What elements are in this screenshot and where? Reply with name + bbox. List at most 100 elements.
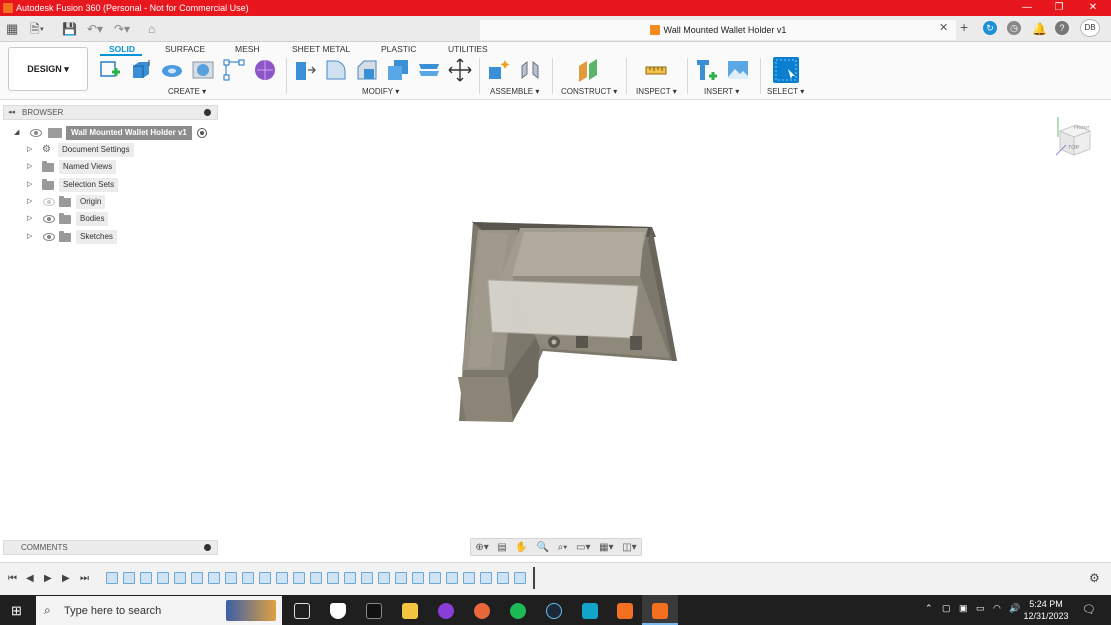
create-menu[interactable]: CREATE ▾: [168, 87, 206, 96]
help-icon[interactable]: ?: [1055, 21, 1069, 35]
insert-derive-icon[interactable]: [695, 58, 719, 82]
tor-browser-icon[interactable]: [438, 603, 454, 619]
notifications-icon[interactable]: 🔔: [1032, 22, 1047, 36]
step-back-icon[interactable]: ◀: [26, 573, 34, 584]
press-pull-icon[interactable]: [293, 58, 317, 82]
security-shield-icon[interactable]: [330, 603, 346, 619]
look-at-icon[interactable]: ▤: [497, 542, 506, 553]
tray-wifi-icon[interactable]: ◠: [993, 603, 1001, 614]
terminal-icon[interactable]: [366, 603, 382, 619]
redo-icon[interactable]: ↷▾: [114, 22, 130, 36]
new-tab-icon[interactable]: +: [960, 20, 968, 34]
collapsed-triangle-icon[interactable]: ▷: [27, 178, 37, 192]
steam-icon[interactable]: [546, 603, 562, 619]
timeline-feature[interactable]: [106, 572, 118, 584]
browser-item-bodies[interactable]: ▷ Bodies: [27, 212, 109, 226]
timeline-feature[interactable]: [208, 572, 220, 584]
document-tab[interactable]: Wall Mounted Wallet Holder v1: [480, 20, 956, 40]
zoom-icon[interactable]: 🔍: [537, 542, 549, 553]
eye-icon[interactable]: [43, 215, 55, 223]
collapsed-triangle-icon[interactable]: ▷: [27, 143, 37, 157]
timeline-feature[interactable]: [123, 572, 135, 584]
timeline-feature[interactable]: [276, 572, 288, 584]
browser-item-named-views[interactable]: ▷ Named Views: [27, 160, 117, 174]
expanded-triangle-icon[interactable]: ◢: [14, 126, 24, 140]
fusion-taskbar-icon[interactable]: [617, 603, 633, 619]
grid-settings-icon[interactable]: ▦▾: [599, 542, 613, 553]
timeline-feature[interactable]: [395, 572, 407, 584]
tray-drive-icon[interactable]: ▣: [959, 603, 968, 614]
viewcube[interactable]: FRONT TOP: [1052, 117, 1096, 161]
fit-icon[interactable]: ⌕▾: [558, 542, 568, 553]
timeline-feature[interactable]: [412, 572, 424, 584]
timeline-feature[interactable]: [327, 572, 339, 584]
taskbar-search-box[interactable]: ⌕ Type here to search: [36, 596, 282, 625]
timeline-settings-icon[interactable]: ⚙: [1089, 571, 1100, 585]
wallet-holder-model[interactable]: [450, 212, 690, 430]
insert-menu[interactable]: INSERT ▾: [704, 87, 739, 96]
form-icon[interactable]: [253, 58, 277, 82]
timeline-feature[interactable]: [378, 572, 390, 584]
tab-utilities[interactable]: UTILITIES: [448, 44, 488, 54]
fusion-active-taskbar-button[interactable]: [642, 595, 678, 625]
windows-start-icon[interactable]: ⊞: [11, 603, 22, 619]
play-icon[interactable]: ▶: [44, 573, 52, 584]
step-forward-icon[interactable]: ▶: [62, 573, 70, 584]
collapsed-triangle-icon[interactable]: ▷: [27, 195, 37, 209]
joint-icon[interactable]: [518, 58, 542, 82]
browser-item-origin[interactable]: ▷ Origin: [27, 195, 106, 209]
duckduckgo-icon[interactable]: [474, 603, 490, 619]
timeline-feature[interactable]: [480, 572, 492, 584]
timeline-feature[interactable]: [344, 572, 356, 584]
extrude-icon[interactable]: [129, 58, 153, 82]
collapsed-triangle-icon[interactable]: ▷: [27, 212, 37, 226]
extensions-icon[interactable]: ↻: [983, 21, 997, 35]
pan-icon[interactable]: ✋: [515, 542, 527, 553]
notification-center-icon[interactable]: 🗨: [1082, 603, 1096, 616]
timeline-feature[interactable]: [157, 572, 169, 584]
browser-item-selection-sets[interactable]: ▷ Selection Sets: [27, 178, 119, 192]
tab-mesh[interactable]: MESH: [235, 44, 260, 54]
comments-add-icon[interactable]: [204, 544, 211, 551]
collapse-panel-icon[interactable]: ◂◂: [8, 106, 15, 119]
timeline-feature[interactable]: [429, 572, 441, 584]
orbit-icon[interactable]: ⊕▾: [475, 542, 488, 553]
browser-pin-icon[interactable]: [204, 109, 211, 116]
go-to-end-icon[interactable]: ⏭: [80, 573, 89, 584]
chamfer-icon[interactable]: [355, 58, 379, 82]
timeline-feature[interactable]: [463, 572, 475, 584]
create-sketch-icon[interactable]: [98, 58, 122, 82]
select-menu[interactable]: SELECT ▾: [767, 87, 804, 96]
grid-menu-icon[interactable]: ▦: [6, 22, 18, 36]
eye-icon[interactable]: [30, 129, 42, 137]
workspace-switcher-button[interactable]: DESIGN ▾: [8, 47, 88, 91]
tray-battery-icon[interactable]: ▭: [976, 603, 985, 614]
tab-close-icon[interactable]: ✕: [939, 21, 948, 34]
collapsed-triangle-icon[interactable]: ▷: [27, 230, 37, 244]
restore-icon[interactable]: ❐: [1042, 0, 1076, 16]
timeline-feature[interactable]: [191, 572, 203, 584]
timeline-feature[interactable]: [140, 572, 152, 584]
browser-header[interactable]: ◂◂ BROWSER: [3, 105, 218, 120]
hole-icon[interactable]: [191, 58, 215, 82]
inspect-menu[interactable]: INSPECT ▾: [636, 87, 677, 96]
pattern-icon[interactable]: [222, 58, 246, 82]
activate-radio-icon[interactable]: [196, 128, 207, 138]
timeline-marker[interactable]: [533, 567, 539, 589]
move-icon[interactable]: [448, 58, 472, 82]
task-view-icon[interactable]: [294, 603, 310, 619]
offset-plane-icon[interactable]: [576, 58, 600, 82]
close-icon[interactable]: ✕: [1076, 0, 1110, 16]
timeline-feature[interactable]: [361, 572, 373, 584]
construct-menu[interactable]: CONSTRUCT ▾: [561, 87, 617, 96]
file-explorer-icon[interactable]: [402, 603, 418, 619]
tray-overflow-icon[interactable]: ⌃: [925, 603, 933, 614]
undo-icon[interactable]: ↶▾: [87, 22, 103, 36]
timeline-feature[interactable]: [242, 572, 254, 584]
display-settings-icon[interactable]: ▭▾: [576, 542, 590, 553]
timeline-feature[interactable]: [259, 572, 271, 584]
cura-icon[interactable]: [582, 603, 598, 619]
browser-item-sketches[interactable]: ▷ Sketches: [27, 230, 117, 244]
comments-panel-header[interactable]: COMMENTS: [3, 540, 218, 555]
timeline-feature[interactable]: [446, 572, 458, 584]
